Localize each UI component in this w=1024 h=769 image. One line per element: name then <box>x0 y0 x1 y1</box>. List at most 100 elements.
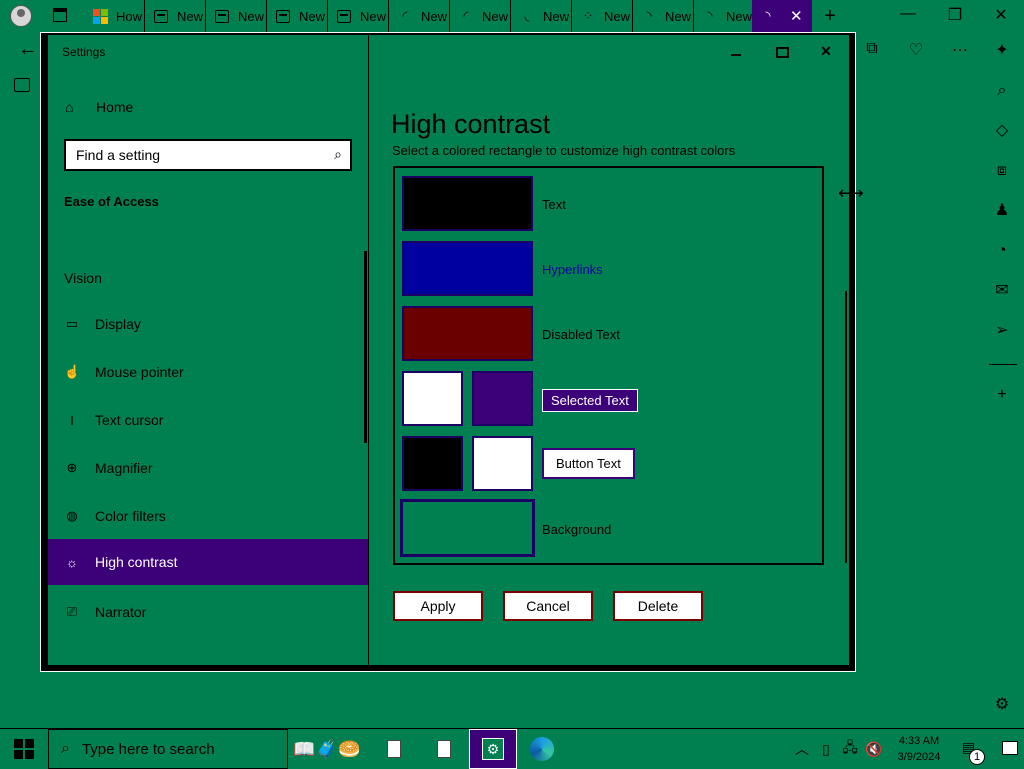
apply-button[interactable]: Apply <box>393 591 483 621</box>
browser-tab[interactable]: ⁘ New <box>572 0 633 32</box>
collections-icon[interactable] <box>14 78 30 92</box>
chevron-up-icon[interactable]: ︿ <box>790 729 814 769</box>
network-icon[interactable]: 🖧 <box>838 729 862 769</box>
button-text-preview: Button Text <box>542 448 635 479</box>
nav-item-magnifier[interactable]: ⊕ Magnifier <box>48 445 368 491</box>
games-icon[interactable]: ♟ <box>991 200 1013 222</box>
page-title: High contrast <box>391 109 551 140</box>
nav-item-label: Narrator <box>95 604 147 620</box>
home-label: Home <box>96 99 134 115</box>
sidebar-divider <box>989 364 1017 365</box>
nav-item-mouse-pointer[interactable]: ☝ Mouse pointer <box>48 349 368 395</box>
show-desktop-button[interactable] <box>1002 741 1018 755</box>
restore-browser-button[interactable]: ❐ <box>940 5 970 25</box>
close-browser-button[interactable]: ✕ <box>986 5 1016 25</box>
close-tab-icon[interactable]: ✕ <box>790 7 803 25</box>
nav-item-label: Color filters <box>95 508 166 524</box>
home-nav-item[interactable]: ⌂ Home <box>65 99 133 115</box>
loading-icon: ◝ <box>765 8 771 23</box>
nav-item-label: Display <box>95 316 141 332</box>
send-icon[interactable]: ➢ <box>991 320 1013 342</box>
close-window-button[interactable]: ✕ <box>816 43 836 60</box>
content-scrollbar[interactable] <box>845 291 847 563</box>
cancel-button[interactable]: Cancel <box>503 591 593 621</box>
add-icon[interactable]: + <box>991 384 1013 406</box>
search-icon[interactable]: ⌕ <box>334 146 342 163</box>
nav-item-high-contrast[interactable]: ☼ High contrast <box>48 539 368 585</box>
microsoft-365-icon[interactable]: ◔ <box>991 240 1013 262</box>
nav-item-text-cursor[interactable]: I Text cursor <box>48 397 368 443</box>
button-text-fg-swatch[interactable] <box>402 436 463 491</box>
loading-icon: ◝ <box>646 8 652 23</box>
search-highlight-icon[interactable]: 📖🧳🥯 <box>288 729 366 769</box>
outlook-icon[interactable]: ✉ <box>991 280 1013 302</box>
browser-tab[interactable]: ◜ New <box>389 0 450 32</box>
delete-button[interactable]: Delete <box>613 591 703 621</box>
loading-icon: ◟ <box>524 8 530 23</box>
briefcase-icon[interactable]: ⧈ <box>991 160 1013 182</box>
browser-essentials-icon[interactable]: ♡ <box>905 40 927 60</box>
selected-text-bg-swatch[interactable] <box>472 371 533 426</box>
background-color-swatch[interactable] <box>400 499 535 557</box>
settings-app-icon[interactable]: ⚙ <box>469 729 517 769</box>
nav-item-color-filters[interactable]: ◍ Color filters <box>48 493 368 539</box>
browser-tab-active[interactable]: ◝ ✕ <box>752 0 812 32</box>
find-setting-input[interactable]: Find a setting ⌕ <box>64 139 352 171</box>
loading-icon: ⁘ <box>582 8 594 23</box>
volume-muted-icon[interactable]: 🔇 <box>862 729 886 769</box>
copilot-icon[interactable]: ✦ <box>991 40 1013 62</box>
tab-actions-icon[interactable] <box>53 8 67 22</box>
browser-tab[interactable]: How <box>84 0 145 32</box>
settings-nav-pane: Settings ⌂ Home Find a setting ⌕ Ease of… <box>48 35 369 665</box>
new-tab-button[interactable]: + <box>820 5 840 28</box>
settings-content-pane: ✕ High contrast Select a colored rectang… <box>370 35 849 665</box>
document-icon <box>336 8 352 24</box>
nav-item-narrator[interactable]: ⎚ Narrator <box>48 589 368 635</box>
button-text-bg-swatch[interactable] <box>472 436 533 491</box>
split-screen-icon[interactable]: ⧉ <box>861 40 883 58</box>
meet-now-icon[interactable]: ▯ <box>815 729 837 769</box>
minimize-browser-button[interactable]: — <box>893 5 923 23</box>
taskbar-clock[interactable]: 4:33 AM 3/9/2024 <box>888 733 950 765</box>
browser-tab[interactable]: ◝ New <box>633 0 694 32</box>
home-icon: ⌂ <box>65 99 74 115</box>
nav-item-display[interactable]: ▭ Display <box>48 301 368 347</box>
search-icon: ⌕ <box>61 740 70 757</box>
settings-window: Settings ⌂ Home Find a setting ⌕ Ease of… <box>40 32 856 672</box>
section-title: Ease of Access <box>64 194 159 209</box>
edge-browser-icon[interactable] <box>518 729 566 769</box>
disabled-text-color-label: Disabled Text <box>542 327 620 342</box>
monitor-icon: ▭ <box>65 316 79 331</box>
text-color-swatch[interactable] <box>402 176 533 231</box>
nav-scrollbar[interactable] <box>364 251 367 443</box>
browser-tab[interactable]: New <box>206 0 267 32</box>
taskbar-search-box[interactable]: ⌕ Type here to search <box>48 729 288 769</box>
search-icon[interactable]: ⌕ <box>991 80 1013 102</box>
file-app-icon[interactable] <box>420 729 468 769</box>
nav-item-label: Text cursor <box>95 412 164 428</box>
hyperlink-color-swatch[interactable] <box>402 241 533 296</box>
selected-text-fg-swatch[interactable] <box>402 371 463 426</box>
selected-text-preview: Selected Text <box>542 389 638 412</box>
browser-tab[interactable]: New <box>145 0 206 32</box>
browser-tab[interactable]: ◜ New <box>450 0 511 32</box>
back-arrow-icon[interactable]: ← <box>18 38 38 61</box>
browser-tab[interactable]: New <box>267 0 328 32</box>
file-app-icon[interactable] <box>370 729 418 769</box>
disabled-text-color-swatch[interactable] <box>402 306 533 361</box>
browser-tab[interactable]: ◝ New <box>694 0 755 32</box>
narrator-icon: ⎚ <box>66 604 78 619</box>
tag-icon[interactable]: ◇ <box>991 120 1013 142</box>
loading-icon: ◜ <box>463 8 469 23</box>
gear-icon[interactable]: ⚙ <box>991 694 1013 716</box>
profile-avatar[interactable] <box>10 5 32 27</box>
more-options-icon[interactable]: ⋯ <box>949 40 971 60</box>
browser-tab[interactable]: New <box>328 0 389 32</box>
sun-icon: ☼ <box>66 554 78 570</box>
windows-start-icon[interactable] <box>14 739 34 759</box>
browser-tab[interactable]: ◟ New <box>511 0 572 32</box>
clock-date: 3/9/2024 <box>897 751 941 763</box>
nav-item-label: Magnifier <box>95 460 153 476</box>
microsoft-logo-icon <box>92 8 108 24</box>
color-filters-icon: ◍ <box>66 508 78 523</box>
